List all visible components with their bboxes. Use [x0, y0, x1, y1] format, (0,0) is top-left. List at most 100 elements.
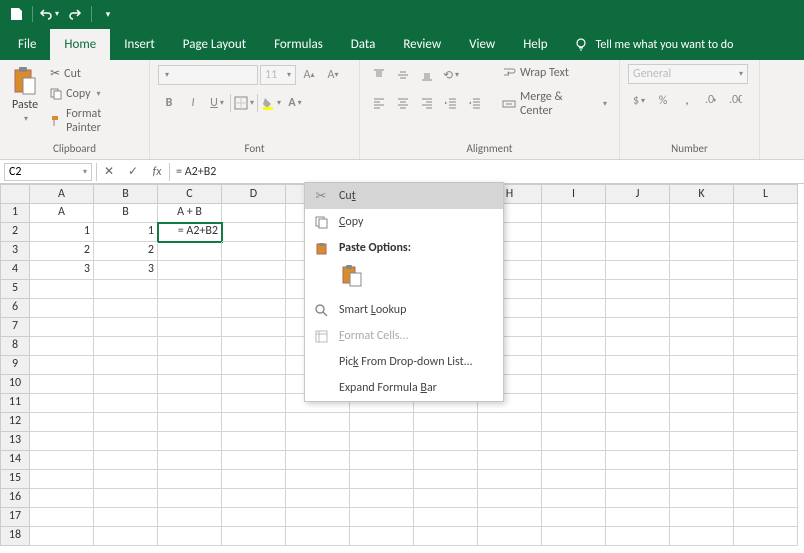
cell[interactable] — [670, 356, 734, 375]
cell[interactable] — [158, 337, 222, 356]
tab-help[interactable]: Help — [509, 29, 561, 60]
cell[interactable] — [734, 470, 798, 489]
cell[interactable] — [94, 489, 158, 508]
cell[interactable] — [414, 470, 478, 489]
col-header[interactable]: D — [222, 184, 286, 204]
row-header[interactable]: 15 — [0, 470, 30, 489]
cell[interactable] — [158, 394, 222, 413]
cell[interactable]: A — [30, 204, 94, 223]
cancel-icon[interactable]: ✕ — [97, 162, 121, 182]
cell[interactable] — [414, 489, 478, 508]
cell[interactable] — [94, 318, 158, 337]
cell[interactable] — [222, 204, 286, 223]
cell[interactable] — [670, 394, 734, 413]
tab-file[interactable]: File — [4, 29, 50, 60]
cell[interactable]: A + B — [158, 204, 222, 223]
bold-button[interactable]: B — [158, 92, 180, 114]
cell[interactable] — [542, 451, 606, 470]
row-header[interactable]: 1 — [0, 204, 30, 223]
cell[interactable] — [94, 299, 158, 318]
row-header[interactable]: 2 — [0, 223, 30, 242]
cell[interactable] — [350, 489, 414, 508]
cell[interactable] — [542, 242, 606, 261]
cell[interactable] — [222, 280, 286, 299]
fill-color-button[interactable]: ▾ — [260, 92, 282, 114]
cell[interactable] — [94, 470, 158, 489]
cell[interactable] — [734, 375, 798, 394]
tab-insert[interactable]: Insert — [110, 29, 169, 60]
cell[interactable] — [542, 299, 606, 318]
row-header[interactable]: 13 — [0, 432, 30, 451]
cell[interactable] — [222, 242, 286, 261]
cell[interactable] — [222, 451, 286, 470]
cell[interactable] — [158, 470, 222, 489]
wrap-text-button[interactable]: Wrap Text — [498, 64, 611, 82]
cell[interactable] — [606, 318, 670, 337]
cell[interactable] — [286, 470, 350, 489]
cell[interactable] — [94, 508, 158, 527]
cell[interactable] — [606, 470, 670, 489]
tab-page-layout[interactable]: Page Layout — [169, 29, 260, 60]
cell[interactable] — [222, 508, 286, 527]
decrease-decimal-icon[interactable]: .00 — [724, 90, 746, 112]
cell[interactable] — [542, 337, 606, 356]
cell[interactable] — [734, 508, 798, 527]
cell[interactable] — [350, 527, 414, 546]
cell[interactable] — [414, 451, 478, 470]
cell[interactable] — [30, 527, 94, 546]
cell[interactable] — [606, 508, 670, 527]
cell[interactable] — [542, 280, 606, 299]
cell[interactable] — [350, 432, 414, 451]
row-header[interactable]: 6 — [0, 299, 30, 318]
cell[interactable] — [734, 451, 798, 470]
cell[interactable] — [542, 470, 606, 489]
cell[interactable] — [94, 432, 158, 451]
cell[interactable] — [94, 451, 158, 470]
merge-center-button[interactable]: Merge & Center▾ — [498, 88, 611, 120]
font-size-select[interactable]: 11▾ — [260, 65, 296, 85]
cell[interactable] — [30, 394, 94, 413]
cell[interactable]: = A2+B2 — [158, 223, 222, 242]
underline-button[interactable]: U▾ — [206, 92, 228, 114]
cell[interactable] — [670, 489, 734, 508]
cell[interactable] — [158, 242, 222, 261]
cell[interactable] — [606, 356, 670, 375]
increase-indent-icon[interactable] — [464, 92, 486, 114]
cell[interactable] — [222, 337, 286, 356]
cell[interactable]: 2 — [30, 242, 94, 261]
cell[interactable] — [478, 527, 542, 546]
cell[interactable]: 1 — [30, 223, 94, 242]
tab-data[interactable]: Data — [337, 29, 390, 60]
cell[interactable] — [94, 527, 158, 546]
row-header[interactable]: 11 — [0, 394, 30, 413]
cell[interactable] — [30, 299, 94, 318]
tab-view[interactable]: View — [455, 29, 509, 60]
cell[interactable] — [542, 508, 606, 527]
cell[interactable] — [542, 356, 606, 375]
cell[interactable] — [670, 280, 734, 299]
row-header[interactable]: 17 — [0, 508, 30, 527]
cell[interactable] — [542, 223, 606, 242]
cell[interactable] — [158, 299, 222, 318]
cell[interactable] — [158, 356, 222, 375]
cell[interactable] — [478, 489, 542, 508]
cell[interactable] — [670, 204, 734, 223]
align-bottom-icon[interactable] — [416, 64, 438, 86]
cell[interactable] — [414, 432, 478, 451]
cell[interactable] — [350, 451, 414, 470]
row-header[interactable]: 18 — [0, 527, 30, 546]
cell[interactable] — [670, 451, 734, 470]
cell[interactable] — [30, 318, 94, 337]
ctx-pick-dropdown[interactable]: Pick From Drop-down List... — [305, 349, 503, 375]
format-painter-button[interactable]: Format Painter — [46, 105, 141, 137]
cell[interactable] — [606, 242, 670, 261]
row-header[interactable]: 10 — [0, 375, 30, 394]
cell[interactable] — [606, 451, 670, 470]
cell[interactable] — [94, 280, 158, 299]
cell[interactable] — [30, 280, 94, 299]
align-right-icon[interactable] — [416, 92, 438, 114]
col-header[interactable]: J — [606, 184, 670, 204]
cell[interactable]: B — [94, 204, 158, 223]
comma-format-icon[interactable]: , — [676, 90, 698, 112]
cell[interactable] — [670, 432, 734, 451]
